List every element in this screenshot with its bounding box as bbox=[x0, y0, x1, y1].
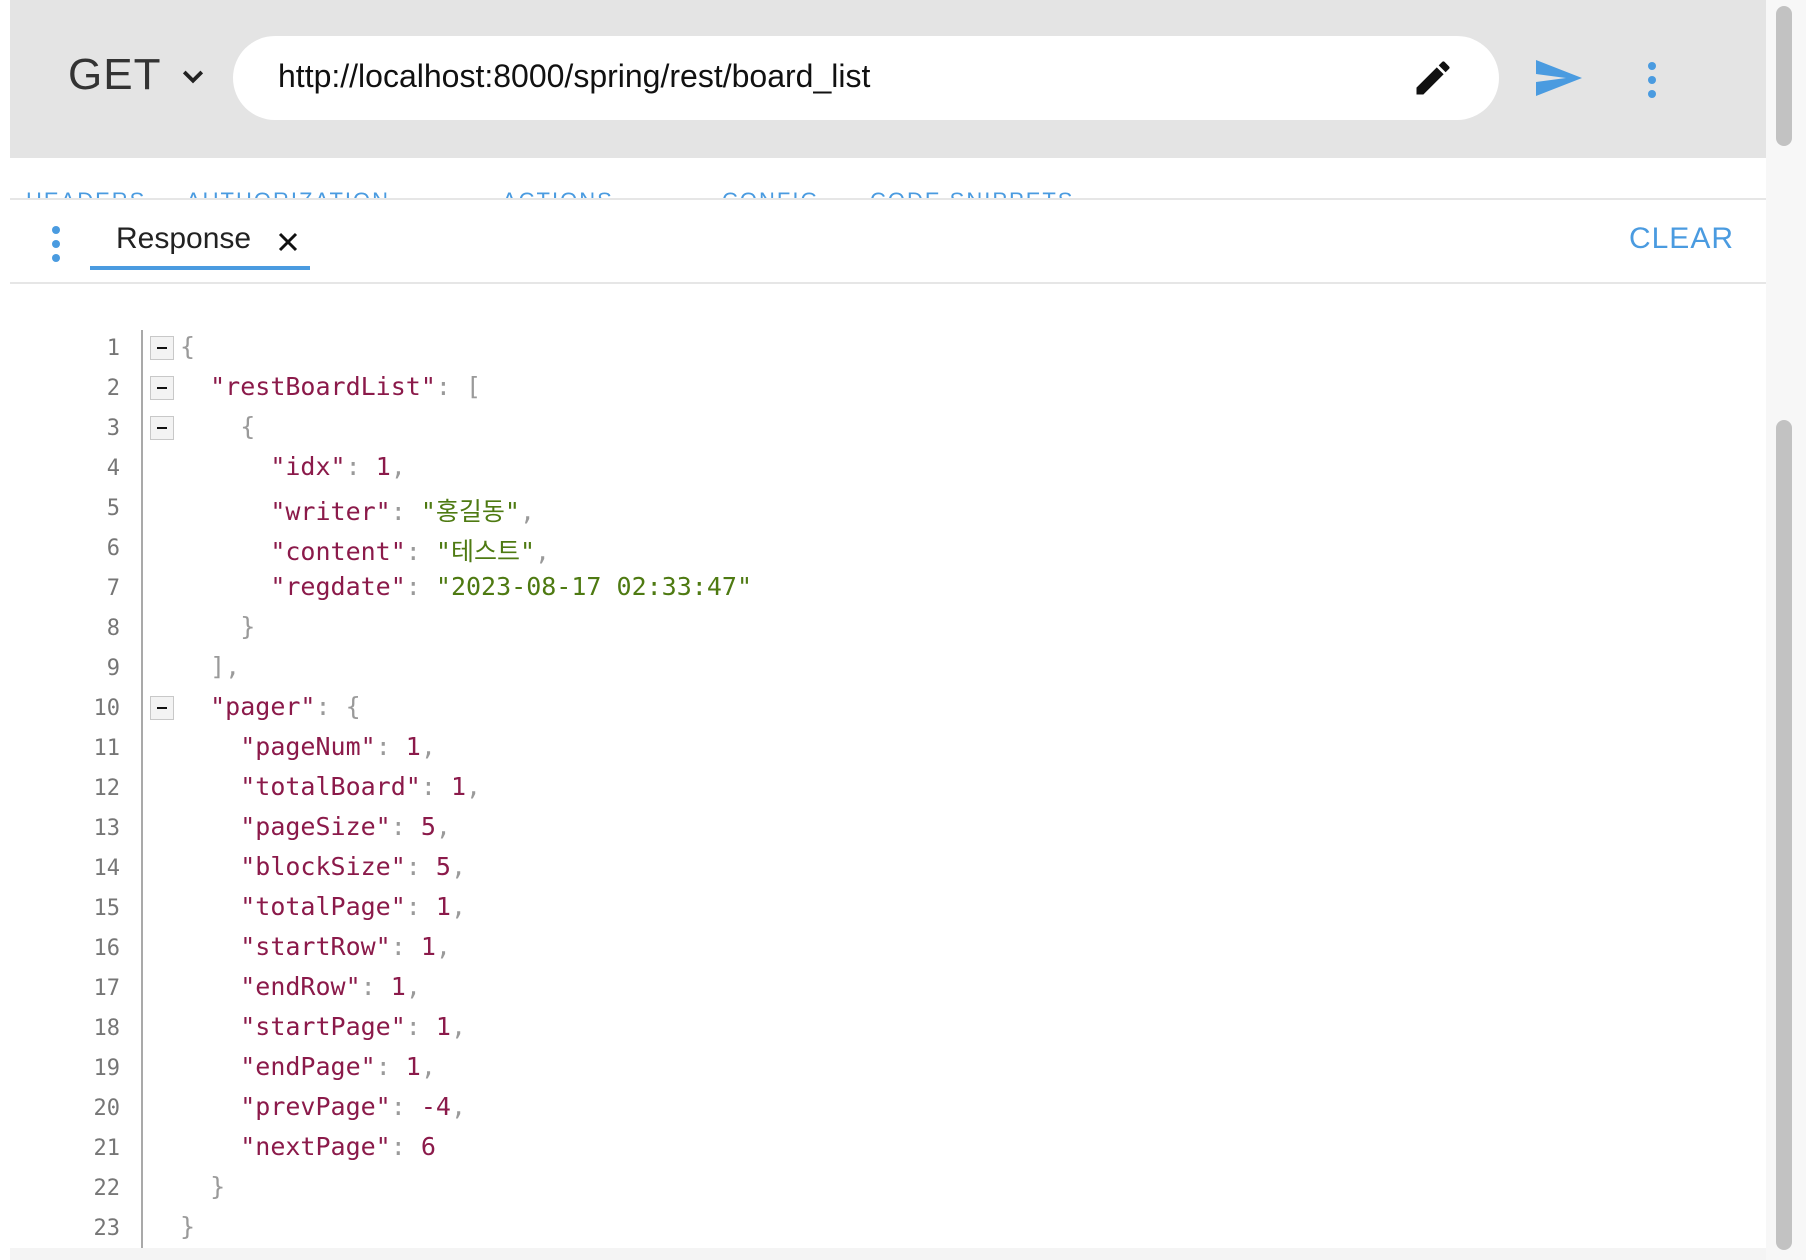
json-value: 1 bbox=[450, 772, 467, 801]
line-number: 12 bbox=[93, 776, 121, 801]
line-number: 8 bbox=[106, 616, 120, 641]
response-tab-label: Response bbox=[116, 222, 252, 255]
code-line: "totalPage": 1, bbox=[240, 892, 467, 921]
line-number: 10 bbox=[93, 696, 121, 721]
json-value: 1 bbox=[435, 892, 451, 921]
code-line: "writer": "홍길동", bbox=[270, 497, 536, 526]
json-value: 1 bbox=[405, 732, 421, 761]
response-code-editor[interactable]: 1 2 3 4 5 6 7 8 9 10 11 12 13 14 15 16 1… bbox=[10, 284, 1766, 1260]
line-number: 22 bbox=[93, 1176, 121, 1201]
json-value: 2023-08-17 02:33:47 bbox=[450, 572, 737, 601]
json-value: 홍길동 bbox=[435, 497, 505, 526]
code-line: "restBoardList": [ bbox=[210, 372, 482, 401]
json-value: 1 bbox=[375, 452, 391, 481]
clear-button[interactable]: CLEAR bbox=[1629, 222, 1734, 256]
json-value: 5 bbox=[420, 812, 436, 841]
fold-toggle[interactable] bbox=[150, 336, 174, 360]
tab-actions[interactable]: ACTIONS bbox=[502, 188, 614, 198]
json-value: 1 bbox=[405, 1052, 421, 1081]
json-value: 1 bbox=[420, 932, 436, 961]
code-line: "nextPage": 6 bbox=[240, 1132, 436, 1161]
code-line: "startPage": 1, bbox=[240, 1012, 467, 1041]
editor-scrollbar-thumb[interactable] bbox=[1776, 420, 1792, 1250]
code-line: "prevPage": -4, bbox=[240, 1092, 467, 1121]
code-line: } bbox=[210, 1172, 226, 1201]
code-line: "blockSize": 5, bbox=[240, 852, 467, 881]
http-method-select[interactable]: GET bbox=[68, 50, 161, 100]
scrollbar-thumb[interactable] bbox=[1776, 6, 1792, 146]
fold-toggle[interactable] bbox=[150, 376, 174, 400]
gutter-separator bbox=[141, 330, 143, 1256]
code-line: { bbox=[240, 412, 256, 441]
response-tab-bar: Response CLEAR bbox=[10, 200, 1776, 282]
line-number: 23 bbox=[93, 1216, 121, 1241]
chevron-down-icon[interactable] bbox=[178, 62, 208, 92]
line-number: 6 bbox=[106, 536, 120, 561]
line-number: 16 bbox=[93, 936, 121, 961]
json-value: 1 bbox=[435, 1012, 451, 1041]
code-line: "endRow": 1, bbox=[240, 972, 421, 1001]
send-icon[interactable] bbox=[1534, 56, 1584, 100]
url-input[interactable]: http://localhost:8000/spring/rest/board_… bbox=[278, 58, 870, 95]
fold-toggle[interactable] bbox=[150, 696, 174, 720]
line-number: 18 bbox=[93, 1016, 121, 1041]
line-number: 2 bbox=[106, 376, 120, 401]
code-line: "endPage": 1, bbox=[240, 1052, 436, 1081]
json-value: 1 bbox=[390, 972, 406, 1001]
code-line: "totalBoard": 1, bbox=[240, 772, 482, 801]
line-number: 5 bbox=[106, 496, 120, 521]
line-number: 20 bbox=[93, 1096, 121, 1121]
line-number: 11 bbox=[93, 736, 121, 761]
url-input-container[interactable]: http://localhost:8000/spring/rest/board_… bbox=[233, 36, 1499, 120]
tab-response[interactable]: Response bbox=[90, 200, 310, 272]
close-icon[interactable] bbox=[276, 230, 300, 254]
code-line: "startRow": 1, bbox=[240, 932, 451, 961]
line-number: 4 bbox=[106, 456, 120, 481]
request-tabs: HEADERS AUTHORIZATION ACTIONS CONFIG COD… bbox=[10, 158, 1766, 198]
line-number: 13 bbox=[93, 816, 121, 841]
json-value: 테스트 bbox=[450, 537, 520, 566]
line-number: 15 bbox=[93, 896, 121, 921]
fold-toggle[interactable] bbox=[150, 416, 174, 440]
tab-config[interactable]: CONFIG bbox=[722, 188, 820, 198]
line-number: 9 bbox=[106, 656, 120, 681]
code-line: { bbox=[180, 332, 196, 361]
line-number: 19 bbox=[93, 1056, 121, 1081]
tab-headers[interactable]: HEADERS bbox=[26, 188, 146, 198]
code-line: } bbox=[240, 612, 256, 641]
code-line: ], bbox=[210, 652, 241, 681]
line-number: 3 bbox=[106, 416, 120, 441]
kebab-menu-icon[interactable] bbox=[46, 224, 66, 264]
line-number: 7 bbox=[106, 576, 120, 601]
code-line: } bbox=[180, 1212, 196, 1241]
code-line: "idx": 1, bbox=[270, 452, 406, 481]
kebab-menu-icon[interactable] bbox=[1642, 58, 1662, 102]
bottom-edge bbox=[10, 1248, 1766, 1260]
line-number: 21 bbox=[93, 1136, 121, 1161]
tab-code-snippets[interactable]: CODE SNIPPETS bbox=[870, 188, 1074, 198]
code-line: "pager": { bbox=[210, 692, 361, 721]
tab-authorization[interactable]: AUTHORIZATION bbox=[186, 188, 390, 198]
code-line: "pageSize": 5, bbox=[240, 812, 451, 841]
json-value: 5 bbox=[435, 852, 451, 881]
line-number: 17 bbox=[93, 976, 121, 1001]
code-line: "pageNum": 1, bbox=[240, 732, 436, 761]
json-value: 6 bbox=[420, 1132, 436, 1161]
request-bar: GET http://localhost:8000/spring/rest/bo… bbox=[10, 0, 1766, 158]
line-number: 1 bbox=[106, 336, 120, 361]
active-tab-indicator bbox=[90, 266, 310, 270]
line-number: 14 bbox=[93, 856, 121, 881]
pencil-icon[interactable] bbox=[1411, 56, 1455, 100]
code-line: "regdate": "2023-08-17 02:33:47" bbox=[270, 572, 752, 601]
json-value: -4 bbox=[420, 1092, 451, 1121]
code-line: "content": "테스트", bbox=[270, 537, 551, 566]
